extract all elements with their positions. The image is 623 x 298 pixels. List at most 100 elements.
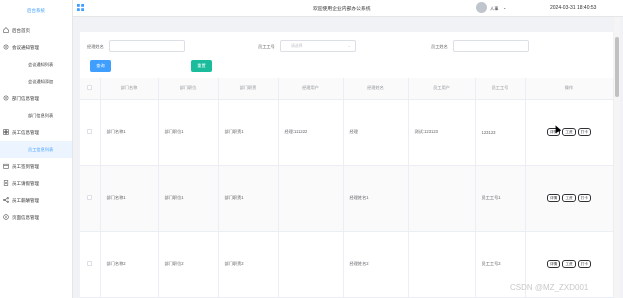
sidebar-item-label: 会议通知管理 [12,45,39,50]
sidebar-subitem-meeting-add[interactable]: 会议通知添加 [0,73,72,90]
sidebar-item-label: 后台首页 [12,28,30,33]
calendar-icon [3,163,9,169]
search-button[interactable]: 查询 [90,60,111,72]
share-icon [3,197,9,203]
table-cell: 部门职责2 [218,231,279,298]
setting-icon [3,95,9,101]
main-content: 经理姓名 员工工号 请选择 ⌄ 员工姓名 查询 重置 部门名称 部门职位 部门职… [73,17,623,298]
chevron-down-icon: ⌄ [347,43,351,48]
sidebar-item-home[interactable]: 后台首页 [0,22,72,39]
sidebar-item-employee[interactable]: 员工信息管理 [0,124,72,141]
employee-name-label: 员工姓名 [431,44,448,49]
select-all-cell[interactable] [80,78,101,100]
column-header[interactable]: 经理姓名 [343,78,409,100]
manager-name-input[interactable] [109,40,185,52]
sidebar-item-label: 员工薪酬管理 [12,198,39,203]
column-header: 操作 [525,78,614,100]
table-cell [408,165,476,232]
sidebar-item-department[interactable]: 部门信息管理 [0,90,72,107]
setting-icon [3,44,9,50]
column-header[interactable]: 员工用户 [408,78,476,100]
table-header-row: 部门名称 部门职位 部门职责 经理用户 经理姓名 员工用户 员工工号 操作 [80,78,614,100]
vertical-scrollbar[interactable] [614,17,620,298]
column-header[interactable]: 部门名称 [100,78,159,100]
select-placeholder: 请选择 [291,44,303,48]
sidebar-item-salary[interactable]: 员工薪酬管理 [0,192,72,209]
avatar[interactable] [476,2,487,13]
sidebar-item-label: 页面信息管理 [12,215,39,220]
row-select-cell[interactable] [80,99,101,166]
details-button[interactable]: 详情 [547,260,561,268]
scrollbar-thumb[interactable] [615,37,619,97]
table-cell: 经理姓名1 [343,165,409,232]
watermark: CSDN @MZ_ZXD001 [510,283,589,292]
table-cell [278,165,344,232]
row-checkbox[interactable] [87,129,93,134]
actions-cell: 详情 工资 打卡 [525,165,614,232]
salary-button[interactable]: 工资 [562,194,576,202]
table-row[interactable]: 部门名称1 部门职位1 部门职责1 经理姓名1 员工工号1 详情 工资 打卡 [80,165,614,232]
details-button[interactable]: 详情 [547,194,561,202]
table-cell: 部门名称2 [100,231,159,298]
select-all-checkbox[interactable] [87,85,93,91]
datetime: 2024-03-31 18:40:53 [550,5,597,11]
table-cell: 部门职位1 [158,99,219,166]
table-cell [408,231,476,298]
sidebar: 后台系统 后台首页 会议通知管理 会议通知列表 会议通知添加 部门信息管理 部门… [0,0,73,298]
salary-button[interactable]: 工资 [562,260,576,268]
row-checkbox[interactable] [87,195,93,200]
table-cell: 部门职责1 [218,165,279,232]
column-header[interactable]: 部门职责 [218,78,279,100]
sidebar-item-pages[interactable]: 页面信息管理 [0,209,72,226]
page-title: 欢迎使用企业内部办公系统 [313,7,371,12]
row-select-cell[interactable] [80,165,101,232]
sidebar-subitem-meeting-list[interactable]: 会议通知列表 [0,56,72,73]
table-cell: 经理:111222 [278,99,344,166]
checkin-button[interactable]: 打卡 [577,194,591,202]
menu-grid-icon[interactable] [77,4,84,11]
grid-icon [3,129,9,135]
document-icon [3,180,9,186]
sidebar-item-label: 员工信息管理 [12,130,39,135]
sidebar-subitem-employee-list[interactable]: 员工信息列表 [0,141,72,158]
sidebar-item-attendance[interactable]: 员工签到管理 [0,158,72,175]
filter-bar: 经理姓名 员工工号 请选择 ⌄ 员工姓名 [80,32,613,80]
table-cell: 员工工号1 [475,165,526,232]
column-header[interactable]: 经理用户 [278,78,344,100]
table-cell: 123123 [475,99,526,166]
row-select-cell[interactable] [80,231,101,298]
table-cell: 经理 [343,99,409,166]
table-cell: 测试:123123 [408,99,476,166]
table-cell: 经理姓名2 [343,231,409,298]
sidebar-item-label: 员工签到管理 [12,164,39,169]
home-icon [3,27,9,33]
employee-id-select[interactable]: 请选择 ⌄ [280,40,356,52]
employee-id-label: 员工工号 [258,44,275,49]
reset-button[interactable]: 重置 [191,60,212,72]
table-cell: 部门职位1 [158,165,219,232]
checkin-button[interactable]: 打卡 [577,260,591,268]
table-cell: 部门名称1 [100,165,159,232]
chevron-down-icon[interactable]: ⌄ [503,5,507,10]
actions-cell: 详情 工资 打卡 [525,99,614,166]
table-cell: 部门名称1 [100,99,159,166]
row-checkbox[interactable] [87,261,93,266]
table-cell: 部门职责1 [218,99,279,166]
sidebar-subitem-department-list[interactable]: 部门信息列表 [0,107,72,124]
user-name[interactable]: 人事 [490,6,498,12]
sidebar-item-meeting-notice[interactable]: 会议通知管理 [0,39,72,56]
employee-table: 部门名称 部门职位 部门职责 经理用户 经理姓名 员工用户 员工工号 操作 部门… [80,78,614,298]
column-header[interactable]: 员工工号 [475,78,526,100]
table-cell: 部门职位2 [158,231,219,298]
sidebar-item-label: 员工请假管理 [12,181,39,186]
sidebar-item-label: 部门信息管理 [12,96,39,101]
manager-name-label: 经理姓名 [87,44,104,49]
table-row[interactable]: 部门名称1 部门职位1 部门职责1 经理:111222 经理 测试:123123… [80,99,614,166]
employee-name-input[interactable] [453,40,529,52]
checkin-button[interactable]: 打卡 [577,128,591,136]
column-header[interactable]: 部门职位 [158,78,219,100]
sidebar-item-leave[interactable]: 员工请假管理 [0,175,72,192]
table-cell [278,231,344,298]
salary-button[interactable]: 工资 [562,128,576,136]
brand-title: 后台系统 [27,8,45,13]
